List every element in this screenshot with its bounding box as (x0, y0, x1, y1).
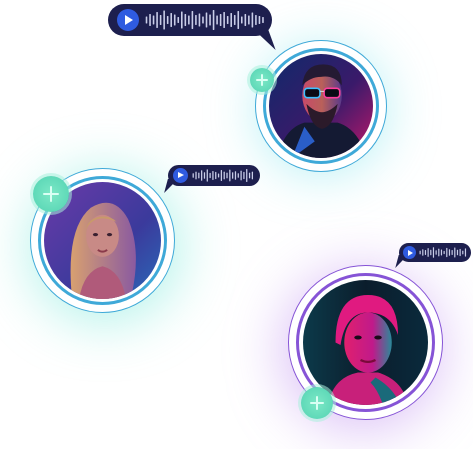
waveform-bar (241, 16, 243, 24)
waveform-bar (192, 173, 194, 178)
voice-message-bubble[interactable] (395, 243, 471, 268)
waveform-bar (181, 11, 183, 29)
waveform-bar (212, 170, 214, 181)
voice-message-bubble[interactable] (164, 165, 260, 193)
waveform-bar (435, 250, 437, 255)
avatar-photo (303, 280, 428, 405)
waveform-bar (248, 172, 251, 179)
waveform-bar (202, 16, 204, 24)
waveform-bar (177, 17, 180, 23)
waveform-bar (432, 247, 435, 258)
waveform-bar (427, 248, 429, 257)
waveform-bar (255, 15, 257, 25)
waveform-bar (184, 14, 187, 26)
waveform-bar (216, 15, 218, 25)
waveform-bar (198, 172, 200, 179)
waveform-bar (206, 169, 208, 182)
bubble-tail (254, 30, 276, 50)
waveform-bar (217, 173, 220, 178)
waveform-bar (448, 249, 451, 256)
waveform-bar (451, 250, 453, 255)
add-icon[interactable] (301, 387, 333, 419)
waveform-bar (262, 17, 264, 23)
waveform-bar (226, 16, 229, 24)
waveform-bar (232, 172, 234, 179)
waveform-bar (454, 247, 456, 258)
add-icon[interactable] (33, 176, 69, 212)
waveform-bar (240, 170, 242, 181)
waveform-bar (229, 169, 231, 182)
waveform-bar (430, 249, 432, 256)
waveform-bar (198, 13, 201, 27)
add-icon[interactable] (250, 68, 274, 92)
waveform-bar (234, 171, 237, 180)
avatar-photo (269, 54, 373, 158)
waveform-bar (219, 14, 222, 26)
waveform-bar (195, 15, 197, 25)
waveform-bar (201, 170, 203, 181)
waveform-bar (156, 12, 158, 28)
waveform-bar (195, 171, 197, 180)
waveform-bar (215, 171, 217, 180)
waveform-bar (223, 12, 225, 28)
waveform-bar (233, 15, 236, 25)
waveform-bar (258, 16, 261, 24)
waveform-bar (203, 172, 206, 179)
waveform-bar (152, 15, 155, 25)
waveform-bar (166, 16, 169, 24)
avatar-man-sunglasses[interactable] (269, 54, 373, 158)
waveform-bar (173, 14, 176, 26)
waveform-bar (424, 250, 427, 255)
waveform-bar (163, 10, 165, 30)
waveform-bar (248, 15, 250, 25)
waveform-bar (446, 247, 448, 258)
waveform-bar (209, 14, 211, 26)
waveform-bar (170, 13, 172, 27)
waveform-bar (237, 173, 239, 178)
play-icon (178, 172, 184, 178)
waveform-bar (464, 248, 467, 257)
avatar-woman-pink-light[interactable] (303, 280, 428, 405)
waveform-bar (223, 171, 225, 180)
waveform-bar (205, 12, 208, 28)
waveform-bar (422, 249, 424, 256)
waveform-bar (159, 15, 162, 25)
waveform-bar (443, 250, 445, 255)
waveform-bar (212, 10, 215, 30)
waveform-bar (191, 11, 194, 29)
waveform-bar (251, 171, 254, 180)
play-icon (408, 249, 413, 256)
waveform-icon (192, 169, 254, 182)
waveform-bar (459, 248, 461, 257)
waveform-bar (251, 12, 254, 28)
waveform-bar (230, 13, 232, 27)
waveform-bar (237, 11, 240, 29)
voice-message-bubble[interactable] (108, 4, 276, 50)
waveform-bar (188, 15, 190, 25)
voice-chat-illustration (0, 0, 473, 449)
waveform-icon (145, 10, 264, 30)
waveform-bar (145, 16, 148, 24)
waveform-bar (220, 169, 223, 182)
waveform-bar (149, 14, 151, 26)
play-icon (125, 15, 133, 25)
waveform-icon (419, 247, 467, 258)
waveform-bar (226, 172, 228, 179)
waveform-bar (243, 171, 245, 180)
waveform-bar (438, 248, 440, 257)
waveform-bar (456, 249, 459, 256)
waveform-bar (419, 250, 421, 255)
waveform-bar (244, 14, 247, 26)
waveform-bar (246, 169, 248, 182)
waveform-bar (462, 250, 464, 255)
waveform-bar (440, 249, 443, 256)
waveform-bar (209, 172, 211, 179)
